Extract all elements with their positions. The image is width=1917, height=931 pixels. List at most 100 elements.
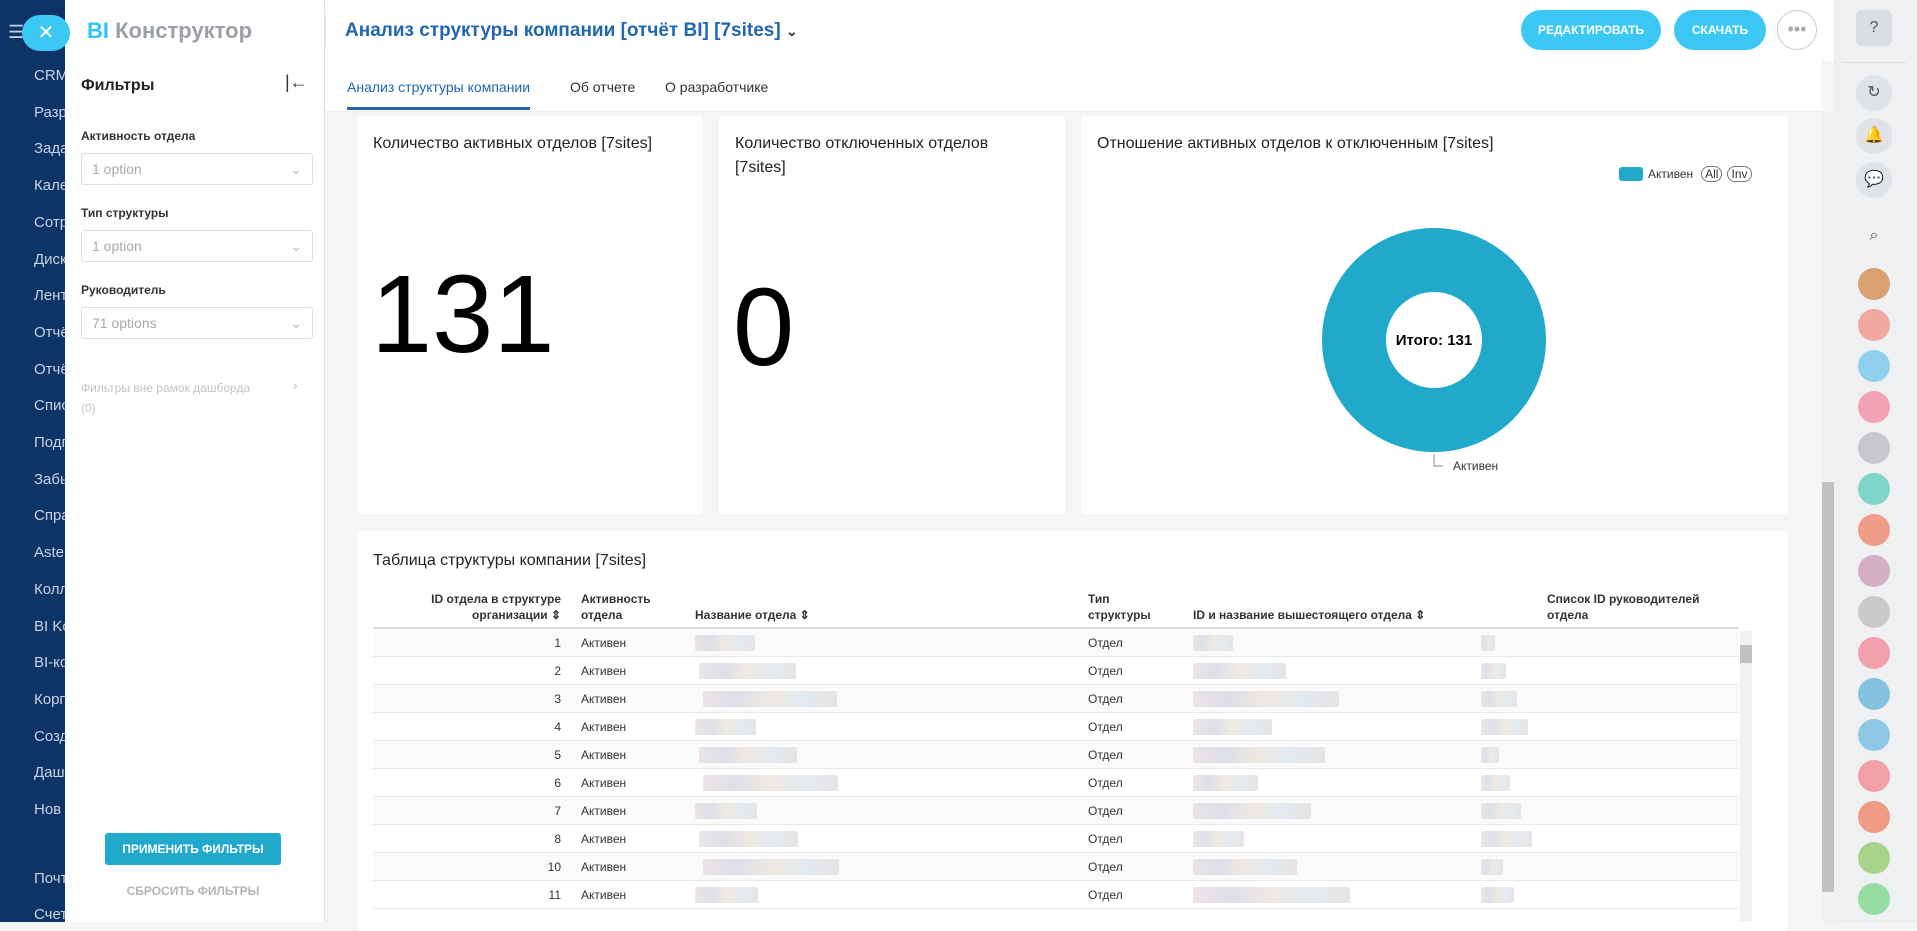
- right-sidebar: ? ↻ 🔔 💬 ⌕: [1834, 0, 1917, 922]
- col-header-parent[interactable]: ID и название вышестоящего отдела ⇕: [1193, 607, 1425, 623]
- user-avatar[interactable]: [1858, 883, 1890, 915]
- table-row[interactable]: 2 Активен Отдел: [373, 657, 1739, 685]
- nav-item[interactable]: Отчё: [34, 361, 65, 378]
- cell-id: 10: [547, 860, 561, 874]
- filter-structure-type-select[interactable]: 1 option ⌄: [81, 230, 313, 262]
- cell-activity: Активен: [581, 664, 627, 678]
- active-departments-card: Количество активных отделов [7sites] 131: [357, 116, 703, 514]
- help-icon[interactable]: ?: [1856, 10, 1892, 46]
- chat-icon[interactable]: 💬: [1856, 162, 1892, 198]
- reset-filters-button[interactable]: СБРОСИТЬ ФИЛЬТРЫ: [105, 884, 281, 898]
- user-avatar[interactable]: [1858, 637, 1890, 669]
- nav-item[interactable]: Отчё: [34, 324, 65, 341]
- table-row[interactable]: 11 Активен Отдел: [373, 881, 1739, 909]
- cell-activity: Активен: [581, 748, 627, 762]
- col-header-name[interactable]: Название отдела ⇕: [695, 607, 810, 623]
- user-avatar[interactable]: [1858, 678, 1890, 710]
- user-avatar[interactable]: [1858, 555, 1890, 587]
- table-row[interactable]: 8 Активен Отдел: [373, 825, 1739, 853]
- nav-item[interactable]: Сотр: [34, 214, 65, 231]
- user-avatar[interactable]: [1858, 842, 1890, 874]
- nav-item[interactable]: Корп: [34, 691, 65, 708]
- nav-item[interactable]: Спра: [34, 507, 65, 524]
- close-button[interactable]: ✕: [22, 15, 70, 51]
- nav-item[interactable]: Диск: [34, 251, 65, 268]
- user-avatar[interactable]: [1858, 350, 1890, 382]
- table-row[interactable]: 5 Активен Отдел: [373, 741, 1739, 769]
- download-button[interactable]: СКАЧАТЬ: [1674, 10, 1766, 50]
- col-header-activity[interactable]: Активность отдела: [581, 591, 661, 623]
- filter-manager-select[interactable]: 71 options ⌄: [81, 307, 313, 339]
- blurred-name: [703, 775, 838, 791]
- blurred-parent: [1193, 775, 1258, 791]
- col-header-type[interactable]: Тип структуры: [1088, 591, 1151, 623]
- cell-activity: Активен: [581, 720, 627, 734]
- user-avatar[interactable]: [1858, 596, 1890, 628]
- table-row[interactable]: 7 Активен Отдел: [373, 797, 1739, 825]
- nav-item[interactable]: BI-ко: [34, 654, 65, 671]
- slice-label: Активен: [1453, 459, 1498, 473]
- blurred-name: [703, 859, 839, 875]
- edit-button[interactable]: РЕДАКТИРОВАТЬ: [1521, 10, 1661, 50]
- nav-item[interactable]: BI Ko: [34, 618, 65, 635]
- blurred-name: [695, 887, 758, 903]
- table-row[interactable]: 6 Активен Отдел: [373, 769, 1739, 797]
- refresh-icon[interactable]: ↻: [1856, 75, 1892, 111]
- nav-item[interactable]: Кале: [34, 177, 65, 194]
- nav-item[interactable]: Созд: [34, 728, 65, 745]
- nav-item[interactable]: Aster: [34, 544, 65, 561]
- user-avatar[interactable]: [1858, 473, 1890, 505]
- table-row[interactable]: 3 Активен Отдел: [373, 685, 1739, 713]
- user-avatar[interactable]: [1858, 801, 1890, 833]
- nav-item[interactable]: Счет: [34, 906, 65, 922]
- user-avatar[interactable]: [1858, 432, 1890, 464]
- search-icon[interactable]: ⌕: [1856, 218, 1892, 254]
- chevron-right-icon[interactable]: ›: [293, 377, 298, 393]
- big-number: 0: [733, 266, 795, 389]
- user-avatar[interactable]: [1858, 268, 1890, 300]
- user-avatar[interactable]: [1858, 391, 1890, 423]
- page-scrollbar[interactable]: [1822, 112, 1834, 922]
- nav-item[interactable]: Почт: [34, 870, 65, 887]
- cell-activity: Активен: [581, 692, 627, 706]
- nav-item[interactable]: Даш: [34, 764, 65, 781]
- nav-item[interactable]: Лент: [34, 287, 65, 304]
- blurred-managers: [1481, 635, 1495, 651]
- more-icon[interactable]: •••: [1777, 10, 1817, 50]
- table-scrollbar[interactable]: [1740, 631, 1752, 921]
- cell-type: Отдел: [1088, 888, 1123, 902]
- apply-filters-button[interactable]: ПРИМЕНИТЬ ФИЛЬТРЫ: [105, 833, 281, 865]
- nav-item[interactable]: CRM: [34, 67, 65, 84]
- ratio-chart-card: Отношение активных отделов к отключенным…: [1081, 116, 1788, 514]
- filter-activity-select[interactable]: 1 option ⌄: [81, 153, 313, 185]
- nav-item[interactable]: Нов: [34, 801, 61, 818]
- cell-activity: Активен: [581, 860, 627, 874]
- nav-item[interactable]: Колл: [34, 581, 65, 598]
- user-avatar[interactable]: [1858, 719, 1890, 751]
- table-row[interactable]: 10 Активен Отдел: [373, 853, 1739, 881]
- tab-company-analysis[interactable]: Анализ структуры компании: [347, 79, 531, 110]
- nav-item[interactable]: Спис: [34, 397, 65, 414]
- filters-panel: BI Конструктор Фильтры |← Активность отд…: [65, 0, 325, 922]
- nav-item[interactable]: Подг: [34, 434, 65, 451]
- table-row[interactable]: 4 Активен Отдел: [373, 713, 1739, 741]
- bell-icon[interactable]: 🔔: [1856, 118, 1892, 154]
- blurred-parent: [1193, 887, 1350, 903]
- blurred-name: [695, 635, 755, 651]
- tab-about-report[interactable]: Об отчете: [570, 79, 635, 95]
- outside-filters-link[interactable]: Фильтры вне рамок дашборда (0): [81, 378, 281, 418]
- user-avatar[interactable]: [1858, 514, 1890, 546]
- tab-about-developer[interactable]: О разработчике: [665, 79, 768, 95]
- cell-activity: Активен: [581, 636, 627, 650]
- dashboard-title[interactable]: Анализ структуры компании [отчёт BI] [7s…: [345, 20, 798, 42]
- user-avatar[interactable]: [1858, 309, 1890, 341]
- cell-id: 5: [554, 748, 561, 762]
- collapse-panel-icon[interactable]: |←: [285, 72, 308, 93]
- nav-item[interactable]: Зада: [34, 140, 65, 157]
- col-header-id[interactable]: ID отдела в структуре организации ⇕: [397, 591, 561, 623]
- nav-item[interactable]: Забы: [34, 471, 65, 488]
- user-avatar[interactable]: [1858, 760, 1890, 792]
- nav-item[interactable]: Разр: [34, 104, 65, 121]
- table-row[interactable]: 1 Активен Отдел: [373, 629, 1739, 657]
- col-header-managers[interactable]: Список ID руководителей отдела: [1547, 591, 1717, 623]
